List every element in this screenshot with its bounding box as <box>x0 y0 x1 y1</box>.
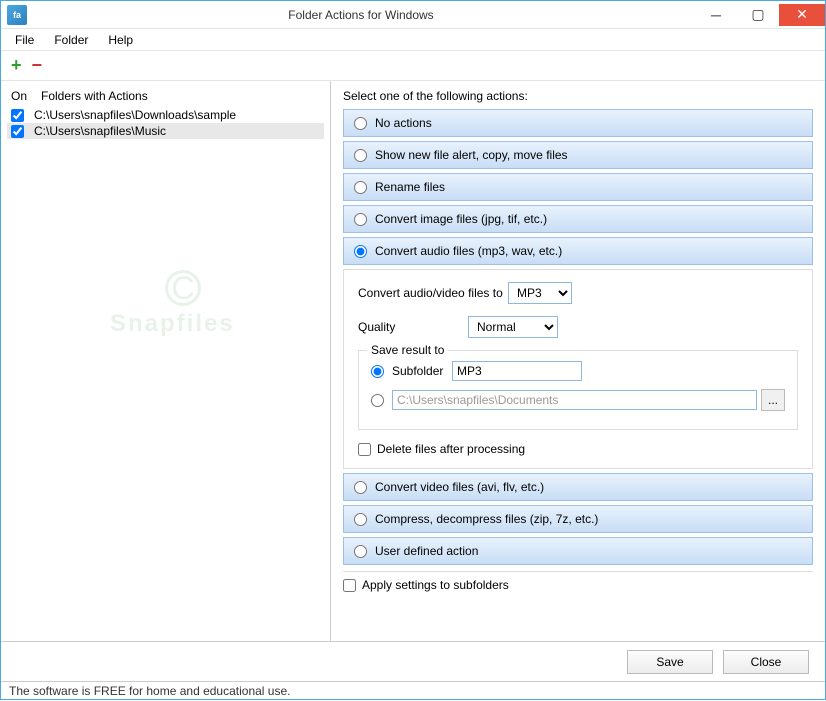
header-on: On <box>11 89 41 103</box>
action-label: User defined action <box>375 544 478 558</box>
browse-button[interactable]: ... <box>761 389 785 411</box>
action-convert-image[interactable]: Convert image files (jpg, tif, etc.) <box>343 205 813 233</box>
minimize-button[interactable]: ─ <box>695 4 737 26</box>
save-button[interactable]: Save <box>627 650 713 674</box>
action-label: Convert video files (avi, flv, etc.) <box>375 480 544 494</box>
menubar: File Folder Help <box>1 29 825 51</box>
folder-list-panel: On Folders with Actions C:\Users\snapfil… <box>1 81 331 641</box>
radio-subfolder[interactable] <box>371 365 384 378</box>
radio-convert-audio[interactable] <box>354 245 367 258</box>
remove-folder-icon[interactable]: − <box>32 55 43 76</box>
radio-show-new-file[interactable] <box>354 149 367 162</box>
header-folders: Folders with Actions <box>41 89 148 103</box>
folder-row[interactable]: C:\Users\snapfiles\Music <box>7 123 324 139</box>
apply-subfolders-checkbox[interactable] <box>343 579 356 592</box>
radio-no-actions[interactable] <box>354 117 367 130</box>
radio-compress[interactable] <box>354 513 367 526</box>
delete-after-checkbox[interactable] <box>358 443 371 456</box>
folder-row[interactable]: C:\Users\snapfiles\Downloads\sample <box>7 107 324 123</box>
action-label: No actions <box>375 116 432 130</box>
convert-audio-details: Convert audio/video files to MP3 Quality… <box>343 269 813 469</box>
folder-checkbox[interactable] <box>11 109 24 122</box>
folder-checkbox[interactable] <box>11 125 24 138</box>
window-title: Folder Actions for Windows <box>27 8 695 22</box>
save-result-legend: Save result to <box>367 343 448 357</box>
actions-panel: Select one of the following actions: No … <box>331 81 825 641</box>
folder-list-header: On Folders with Actions <box>7 87 324 105</box>
convert-to-select[interactable]: MP3 <box>508 282 572 304</box>
convert-to-label: Convert audio/video files to <box>358 286 508 300</box>
maximize-button[interactable]: ▢ <box>737 4 779 26</box>
apply-subfolders-label: Apply settings to subfolders <box>362 578 509 592</box>
add-folder-icon[interactable]: + <box>11 55 22 76</box>
action-label: Convert audio files (mp3, wav, etc.) <box>375 244 562 258</box>
radio-rename[interactable] <box>354 181 367 194</box>
folder-path: C:\Users\snapfiles\Downloads\sample <box>34 108 236 122</box>
action-rename[interactable]: Rename files <box>343 173 813 201</box>
action-user-defined[interactable]: User defined action <box>343 537 813 565</box>
quality-label: Quality <box>358 320 468 334</box>
action-convert-audio[interactable]: Convert audio files (mp3, wav, etc.) <box>343 237 813 265</box>
menu-folder[interactable]: Folder <box>44 31 98 49</box>
convert-to-row: Convert audio/video files to MP3 <box>358 282 798 304</box>
statusbar: The software is FREE for home and educat… <box>1 681 825 701</box>
path-input[interactable] <box>392 390 757 410</box>
app-icon: fa <box>7 5 27 25</box>
actions-label: Select one of the following actions: <box>343 89 813 103</box>
folder-list: C:\Users\snapfiles\Downloads\sample C:\U… <box>7 107 324 139</box>
action-no-actions[interactable]: No actions <box>343 109 813 137</box>
quality-row: Quality Normal <box>358 316 798 338</box>
action-show-new-file[interactable]: Show new file alert, copy, move files <box>343 141 813 169</box>
menu-file[interactable]: File <box>5 31 44 49</box>
quality-select[interactable]: Normal <box>468 316 558 338</box>
subfolder-label: Subfolder <box>392 364 452 378</box>
path-row: ... <box>371 389 785 411</box>
delete-after-label: Delete files after processing <box>377 442 525 456</box>
folder-path: C:\Users\snapfiles\Music <box>34 124 166 138</box>
action-label: Show new file alert, copy, move files <box>375 148 568 162</box>
action-label: Rename files <box>375 180 445 194</box>
action-convert-video[interactable]: Convert video files (avi, flv, etc.) <box>343 473 813 501</box>
radio-convert-video[interactable] <box>354 481 367 494</box>
save-result-fieldset: Save result to Subfolder ... <box>358 350 798 430</box>
window-controls: ─ ▢ ✕ <box>695 4 825 26</box>
delete-after-row: Delete files after processing <box>358 442 798 456</box>
action-label: Compress, decompress files (zip, 7z, etc… <box>375 512 598 526</box>
menu-help[interactable]: Help <box>98 31 143 49</box>
apply-subfolders-row: Apply settings to subfolders <box>343 571 813 596</box>
subfolder-input[interactable] <box>452 361 582 381</box>
main-content: On Folders with Actions C:\Users\snapfil… <box>1 81 825 641</box>
button-bar: Save Close <box>1 641 825 681</box>
subfolder-row: Subfolder <box>371 361 785 381</box>
action-label: Convert image files (jpg, tif, etc.) <box>375 212 547 226</box>
action-compress[interactable]: Compress, decompress files (zip, 7z, etc… <box>343 505 813 533</box>
radio-path[interactable] <box>371 394 384 407</box>
radio-user-defined[interactable] <box>354 545 367 558</box>
close-window-button[interactable]: ✕ <box>779 4 825 26</box>
toolbar: + − <box>1 51 825 81</box>
close-button[interactable]: Close <box>723 650 809 674</box>
titlebar: fa Folder Actions for Windows ─ ▢ ✕ <box>1 1 825 29</box>
radio-convert-image[interactable] <box>354 213 367 226</box>
